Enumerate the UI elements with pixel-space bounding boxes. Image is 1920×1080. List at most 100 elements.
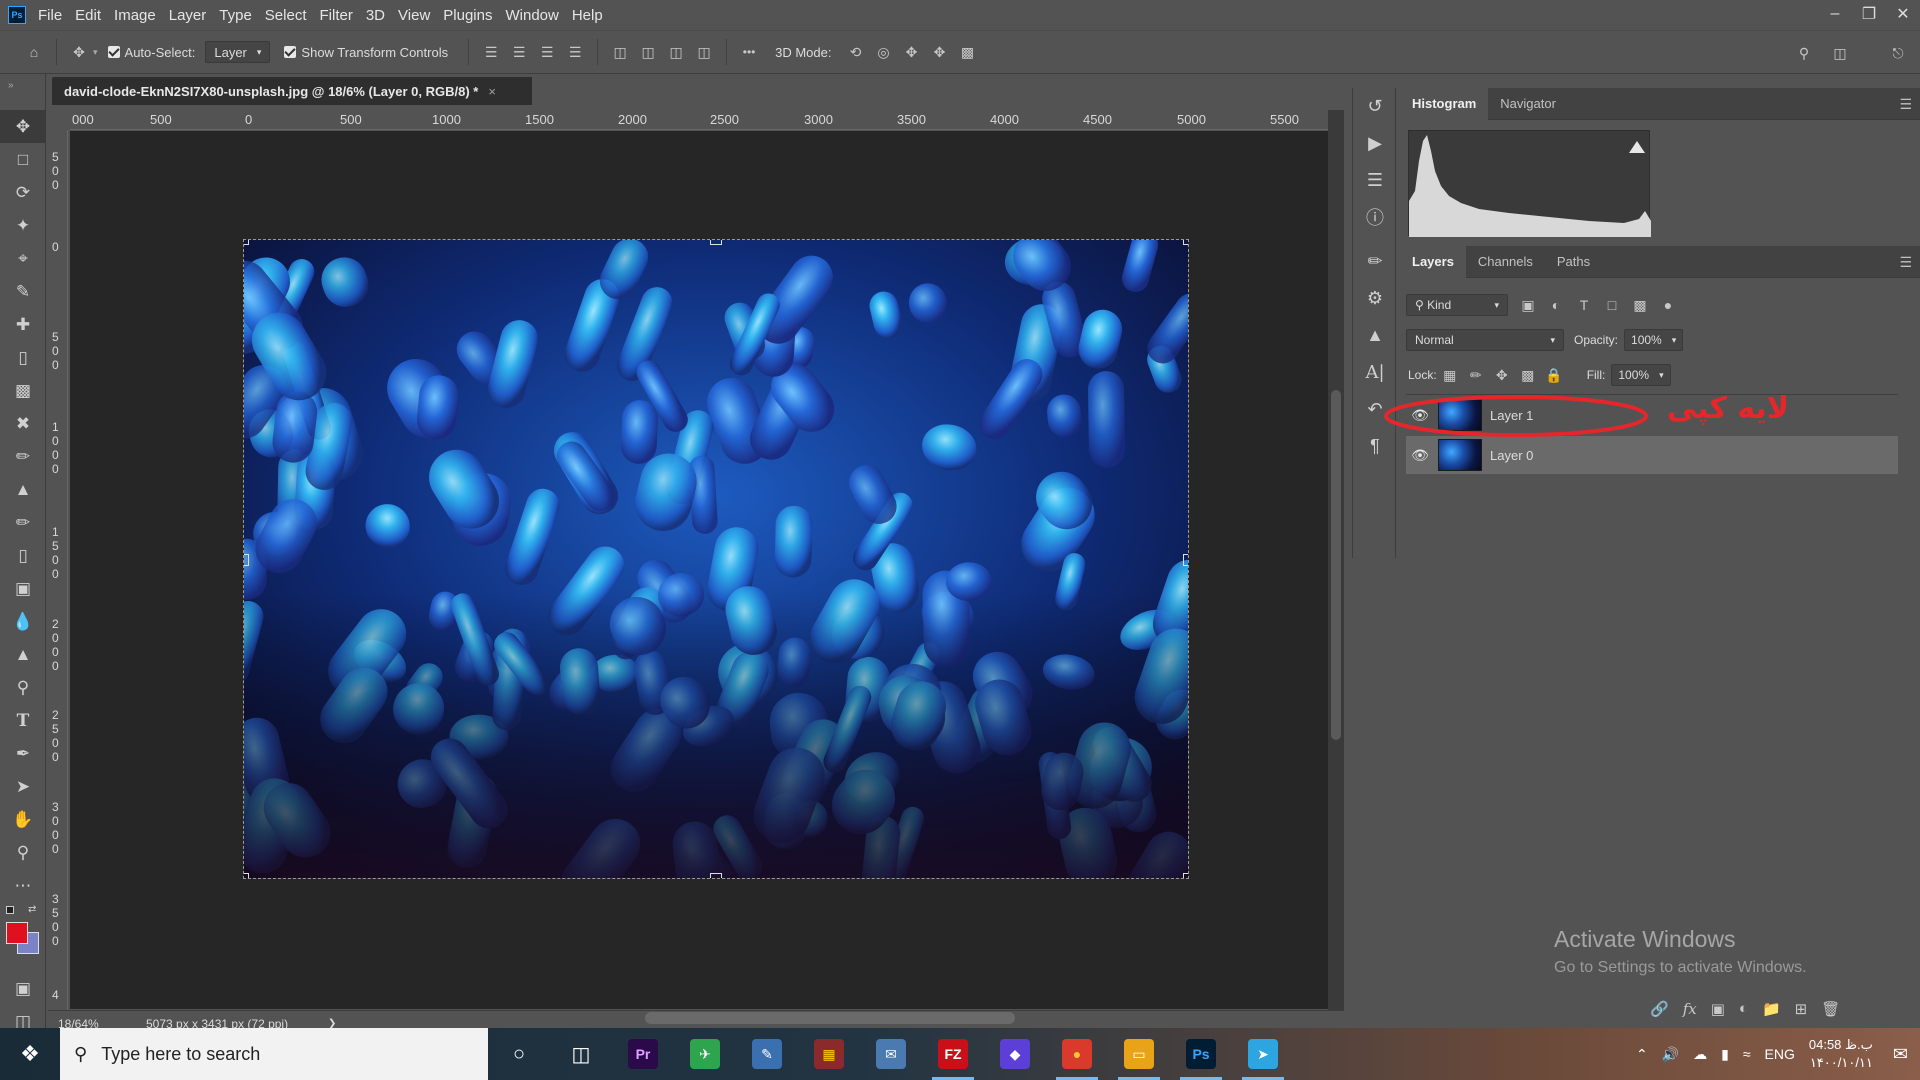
- default-colors-icon[interactable]: [6, 906, 14, 914]
- more-options-icon[interactable]: •••: [735, 38, 763, 66]
- add-mask-icon[interactable]: ▣: [1711, 1000, 1725, 1018]
- horizontal-scrollbar-thumb[interactable]: [645, 1012, 1015, 1024]
- clone-source-icon[interactable]: ▲: [1353, 317, 1397, 353]
- filter-shape-icon[interactable]: □: [1598, 291, 1626, 319]
- transform-handle-right[interactable]: [1183, 554, 1188, 566]
- blur-tool-icon[interactable]: 💧: [0, 605, 46, 638]
- tab-layers[interactable]: Layers: [1400, 245, 1466, 278]
- taskbar-app-9[interactable]: Ps: [1170, 1028, 1232, 1080]
- lock-all-icon[interactable]: 🔒: [1541, 361, 1567, 389]
- volume-icon[interactable]: 🔊: [1662, 1046, 1679, 1063]
- transform-handle-top-left[interactable]: [244, 240, 249, 245]
- eyedropper-tool-icon[interactable]: ✎: [0, 275, 46, 308]
- distribute-icon[interactable]: ☰: [561, 38, 589, 66]
- frame-tool-icon[interactable]: ▩: [0, 374, 46, 407]
- battery-icon[interactable]: ▮: [1721, 1046, 1729, 1063]
- menu-help[interactable]: Help: [572, 7, 614, 24]
- transform-handle-bottom[interactable]: [710, 873, 722, 878]
- document-tab[interactable]: david-clode-EknN2SI7X80-unsplash.jpg @ 1…: [52, 77, 532, 105]
- tab-histogram[interactable]: Histogram: [1400, 87, 1489, 120]
- home-icon[interactable]: ⌂: [20, 38, 48, 66]
- menu-view[interactable]: View: [398, 7, 441, 24]
- taskbar-app-2[interactable]: ✎: [736, 1028, 798, 1080]
- close-document-icon[interactable]: ×: [488, 84, 496, 99]
- filter-type-icon[interactable]: T: [1570, 291, 1598, 319]
- marquee-tool-icon[interactable]: □: [0, 143, 46, 176]
- menu-edit[interactable]: Edit: [75, 7, 112, 24]
- pan-3d-icon[interactable]: ✥: [897, 38, 925, 66]
- vertical-scrollbar[interactable]: [1328, 110, 1344, 1010]
- move-tool-icon[interactable]: ✥: [65, 38, 93, 66]
- tab-navigator[interactable]: Navigator: [1488, 88, 1568, 120]
- taskbar-app-5[interactable]: FZ: [922, 1028, 984, 1080]
- chevron-down-icon[interactable]: ▾: [93, 47, 98, 58]
- sharpen-tool-icon[interactable]: ▲: [0, 638, 46, 671]
- adjustments-icon[interactable]: ☰: [1353, 162, 1397, 198]
- layer-name[interactable]: Layer 0: [1490, 448, 1533, 463]
- new-layer-icon[interactable]: ⊞: [1795, 1000, 1808, 1018]
- filter-adjustment-icon[interactable]: ◐: [1542, 291, 1570, 319]
- eraser-tool-icon[interactable]: ▯: [0, 539, 46, 572]
- taskbar-app-1[interactable]: ✈: [674, 1028, 736, 1080]
- roll-3d-icon[interactable]: ◎: [869, 38, 897, 66]
- brush-settings-icon[interactable]: ✏: [1353, 243, 1397, 279]
- transform-handle-top[interactable]: [710, 240, 722, 245]
- scrollbar-thumb[interactable]: [1331, 390, 1341, 740]
- notifications-icon[interactable]: ✉: [1893, 1044, 1908, 1065]
- filter-smart-object-icon[interactable]: ▩: [1626, 291, 1654, 319]
- link-layers-icon[interactable]: 🔗: [1650, 1000, 1669, 1018]
- cloud-icon[interactable]: ☁: [1693, 1046, 1707, 1063]
- taskbar-app-4[interactable]: ✉: [860, 1028, 922, 1080]
- gradient-tool-icon[interactable]: ▣: [0, 572, 46, 605]
- patch-tool-icon[interactable]: ▯: [0, 341, 46, 374]
- stamp-tool-icon[interactable]: ▲: [0, 473, 46, 506]
- menu-file[interactable]: File: [38, 7, 73, 24]
- menu-window[interactable]: Window: [505, 7, 569, 24]
- more-tools-icon[interactable]: ⋯: [0, 869, 46, 902]
- lock-image-icon[interactable]: ✏: [1463, 361, 1489, 389]
- align-center-icon[interactable]: ☰: [505, 38, 533, 66]
- tab-paths[interactable]: Paths: [1545, 246, 1602, 278]
- auto-select-checkbox[interactable]: Auto-Select:: [107, 45, 195, 60]
- close-button[interactable]: ✕: [1886, 0, 1920, 28]
- workspace-icon[interactable]: ◫: [1826, 39, 1854, 67]
- transform-handle-left[interactable]: [244, 554, 249, 566]
- auto-select-dropdown[interactable]: Layer ▾: [205, 41, 271, 63]
- taskbar-app-7[interactable]: ●: [1046, 1028, 1108, 1080]
- blend-mode-dropdown[interactable]: Normal ▾: [1406, 329, 1564, 351]
- collapse-icon[interactable]: »: [0, 74, 45, 110]
- filter-pixel-icon[interactable]: ▣: [1514, 291, 1542, 319]
- clock[interactable]: 04:58 ب.ظ ۱۴۰۰/۱۰/۱۱: [1809, 1036, 1873, 1072]
- menu-image[interactable]: Image: [114, 7, 167, 24]
- filter-kind-dropdown[interactable]: ⚲ Kind ▾: [1406, 294, 1508, 316]
- info-icon[interactable]: ⓘ: [1353, 199, 1397, 235]
- menu-plugins[interactable]: Plugins: [443, 7, 503, 24]
- lock-artboard-icon[interactable]: ▩: [1515, 361, 1541, 389]
- adjustment-layer-icon[interactable]: ◐: [1739, 1000, 1748, 1018]
- fx-icon[interactable]: fx: [1683, 1000, 1697, 1018]
- windows-start-icon[interactable]: ❖: [0, 1028, 60, 1080]
- share-icon[interactable]: ⎋: [1884, 39, 1912, 67]
- taskbar-app-3[interactable]: ▦: [798, 1028, 860, 1080]
- lock-transparent-icon[interactable]: ▦: [1437, 361, 1463, 389]
- history-brush-icon[interactable]: ✏: [0, 506, 46, 539]
- taskbar-app-10[interactable]: ➤: [1232, 1028, 1294, 1080]
- taskbar-search[interactable]: ⚲ Type here to search: [60, 1028, 488, 1080]
- video-camera-icon[interactable]: ▩: [953, 38, 981, 66]
- task-view-icon[interactable]: ◫: [550, 1028, 612, 1080]
- chevron-up-icon[interactable]: ⌃: [1636, 1046, 1648, 1063]
- pen-tool-icon[interactable]: ✒: [0, 737, 46, 770]
- character-icon[interactable]: A|: [1353, 354, 1397, 390]
- foreground-color-swatch[interactable]: [6, 922, 28, 944]
- move-tool-icon[interactable]: ✥: [0, 110, 46, 143]
- visibility-eye-icon[interactable]: 👁: [1406, 447, 1434, 464]
- layer-row-layer-0[interactable]: 👁 Layer 0: [1406, 436, 1898, 474]
- menu-type[interactable]: Type: [219, 7, 263, 24]
- crop-tool-icon[interactable]: ⌖: [0, 242, 46, 275]
- minimize-button[interactable]: –: [1818, 0, 1852, 28]
- transform-handle-bottom-right[interactable]: [1183, 873, 1188, 878]
- search-icon[interactable]: ⚲: [1790, 39, 1818, 67]
- show-transform-checkbox[interactable]: Show Transform Controls: [284, 45, 448, 60]
- menu-3d[interactable]: 3D: [366, 7, 396, 24]
- new-group-icon[interactable]: 📁: [1762, 1000, 1781, 1018]
